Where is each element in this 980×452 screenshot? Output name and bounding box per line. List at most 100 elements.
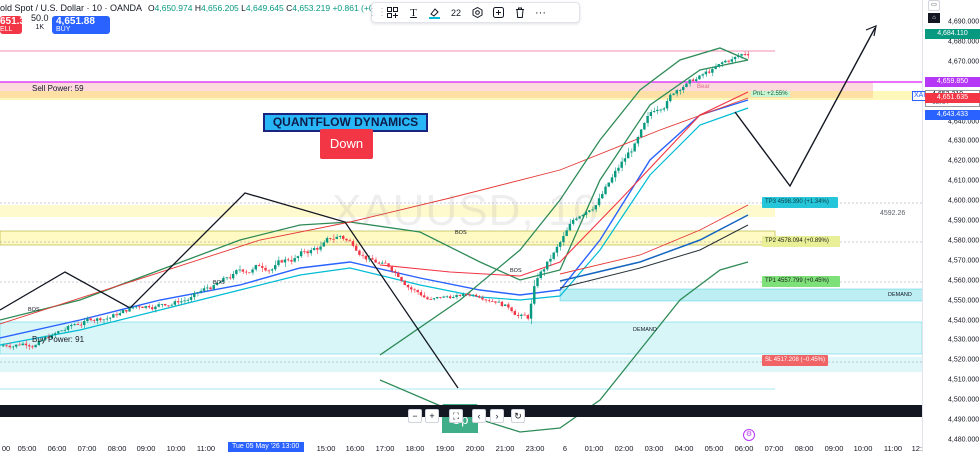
candle-body <box>737 55 740 57</box>
candle-body <box>60 330 63 332</box>
pnl-badge: PnL: +2.55% <box>751 91 790 97</box>
candle-body <box>607 182 610 187</box>
go-to-realtime-icon[interactable]: ↻ <box>511 409 525 423</box>
trend-line-red <box>379 91 749 277</box>
candle-body <box>358 250 361 255</box>
candle-body <box>199 290 202 293</box>
candle-body <box>286 259 290 261</box>
line-width-icon[interactable]: 22 <box>445 8 467 18</box>
candle-body <box>196 292 199 294</box>
candle-body <box>283 259 287 263</box>
candle-body <box>345 238 348 241</box>
candle-body <box>481 297 484 300</box>
time-axis-label: 09:00 <box>136 444 156 452</box>
reset-view-icon[interactable]: ⛶ <box>449 409 463 423</box>
candle-body <box>180 301 183 303</box>
candle-body <box>691 79 695 81</box>
demand-zone-label: DEMAND <box>888 292 912 298</box>
bos-label: BOS <box>510 268 522 274</box>
more-icon[interactable]: ··· <box>530 3 551 22</box>
drawing-toolbar: ⋮⋮ T 22 ··· <box>367 2 580 23</box>
axis-menu-icon[interactable]: ▭ <box>928 0 940 11</box>
candle-body <box>306 251 309 254</box>
price-tag: 4,643.433 <box>925 109 980 120</box>
reference-price-text: 4592.26 <box>880 210 906 217</box>
candle-body <box>694 79 698 81</box>
sell-price: 651.38 <box>0 16 31 27</box>
grip-icon[interactable]: ⋮⋮ <box>367 7 387 18</box>
timezone-gear-icon[interactable]: ⚙ <box>743 429 755 441</box>
candle-body <box>426 297 429 300</box>
zoom-out-button[interactable]: − <box>408 409 422 423</box>
candle-body <box>170 304 173 306</box>
bos-label: BOS <box>28 307 40 313</box>
candle-body <box>558 242 562 247</box>
candle-body <box>206 287 209 289</box>
candle-body <box>21 343 24 346</box>
scroll-right-button[interactable]: › <box>490 409 504 423</box>
candle-body <box>626 152 630 159</box>
candle-body <box>8 345 11 348</box>
candle-body <box>66 326 70 330</box>
candle-body <box>277 260 280 266</box>
candle-body <box>639 129 643 138</box>
axis-lock-icon[interactable]: ⌂ <box>928 13 940 23</box>
template-icon[interactable] <box>382 3 403 22</box>
candle-body <box>163 303 167 306</box>
demand-zone <box>559 288 922 302</box>
candle-body <box>11 346 15 348</box>
zoom-in-button[interactable]: + <box>425 409 439 423</box>
candle-body <box>248 272 251 274</box>
candle-body <box>70 324 73 327</box>
candle-body <box>24 343 28 346</box>
symbol-title[interactable]: old Spot / U.S. Dollar · 10 · OANDA <box>0 3 142 13</box>
candle-body <box>746 54 750 56</box>
candle-body <box>397 272 400 277</box>
candle-body <box>630 151 633 153</box>
price-axis[interactable] <box>922 0 980 452</box>
fill-color-icon[interactable] <box>424 3 445 22</box>
candle-body <box>387 263 390 267</box>
time-axis[interactable]: 00 05:00 06:00 07:00 08:00 09:00 10:00 11:00 15:… <box>0 436 931 452</box>
candle-body <box>361 254 364 256</box>
alert-icon[interactable] <box>488 3 509 22</box>
price-axis-label: 4,540.000 <box>948 317 980 324</box>
candle-body <box>523 314 526 316</box>
candle-body <box>270 269 274 271</box>
candle-body <box>121 310 125 314</box>
candle-body <box>63 329 66 331</box>
candle-body <box>384 262 387 264</box>
bos-label: BOS <box>455 230 467 236</box>
candle-body <box>711 68 714 73</box>
candle-body <box>92 320 96 322</box>
scroll-left-button[interactable]: ‹ <box>472 409 486 423</box>
candle-body <box>128 308 131 312</box>
time-axis-label: 08:00 <box>794 444 814 452</box>
chart-canvas[interactable]: XAUUSD, 10 QUANTFLOW DYNAMICS V3.1 Down … <box>0 0 922 433</box>
candle-body <box>490 301 494 302</box>
settings-icon[interactable] <box>467 3 488 22</box>
price-axis-label: 4,690.000 <box>948 18 980 26</box>
candle-body <box>202 288 206 291</box>
projection-zigzag <box>734 27 876 188</box>
price-axis-label: 4,570.000 <box>948 257 980 265</box>
price-axis-label: 4,580.000 <box>948 237 980 245</box>
text-icon[interactable]: T <box>403 3 424 22</box>
candle-body <box>474 294 478 297</box>
sell-button[interactable]: 651.38 ELL <box>0 16 31 34</box>
order-quantity[interactable]: 1K <box>35 24 44 31</box>
candle-body <box>173 301 177 305</box>
candle-body <box>604 186 607 195</box>
time-axis-label: 00 <box>1 444 11 452</box>
candle-body <box>442 296 445 298</box>
time-axis-label: 10:00 <box>166 444 186 452</box>
buy-button[interactable]: 4,651.88 BUY <box>52 16 110 34</box>
candle-body <box>319 246 322 250</box>
time-axis-label: 18:00 <box>405 444 425 452</box>
time-axis-label: 02:00 <box>614 444 634 452</box>
candle-body <box>542 269 546 272</box>
trash-icon[interactable] <box>509 3 530 22</box>
candle-body <box>309 250 313 254</box>
candle-body <box>720 62 724 65</box>
candle-body <box>682 86 685 91</box>
